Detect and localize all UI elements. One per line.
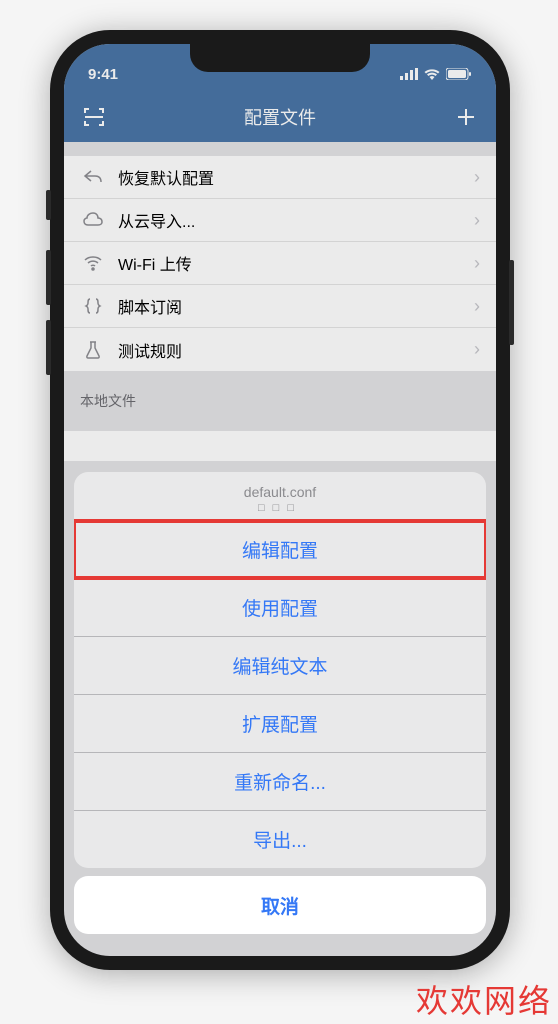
sheet-item-label: 重新命名... — [234, 768, 326, 795]
sheet-item-label: 导出... — [253, 826, 307, 853]
sheet-item-label: 编辑配置 — [242, 536, 318, 563]
power-button — [509, 260, 514, 345]
sheet-edit-config[interactable]: 编辑配置 — [74, 520, 486, 578]
phone-frame: 9:41 配置文件 恢复默认配置 › 从云导 — [50, 30, 510, 970]
sheet-item-label: 扩展配置 — [242, 710, 318, 737]
notch — [190, 44, 370, 72]
volume-up — [46, 250, 51, 305]
volume-down — [46, 320, 51, 375]
sheet-item-label: 编辑纯文本 — [232, 652, 327, 679]
sheet-rename[interactable]: 重新命名... — [74, 752, 486, 810]
action-sheet: default.conf □□□ 编辑配置 使用配置 编辑纯文本 扩展配置 重新… — [74, 472, 486, 934]
cancel-label: 取消 — [261, 892, 299, 919]
sheet-subtitle: □□□ — [74, 502, 486, 520]
sheet-cancel-button[interactable]: 取消 — [74, 876, 486, 934]
sheet-use-config[interactable]: 使用配置 — [74, 578, 486, 636]
sheet-title: default.conf — [74, 472, 486, 502]
sheet-edit-plaintext[interactable]: 编辑纯文本 — [74, 636, 486, 694]
mute-switch — [46, 190, 51, 220]
sheet-extend-config[interactable]: 扩展配置 — [74, 694, 486, 752]
screen: 9:41 配置文件 恢复默认配置 › 从云导 — [64, 44, 496, 956]
sheet-options-group: default.conf □□□ 编辑配置 使用配置 编辑纯文本 扩展配置 重新… — [74, 472, 486, 868]
watermark: 欢欢网络 — [416, 976, 552, 1022]
sheet-item-label: 使用配置 — [242, 594, 318, 621]
sheet-export[interactable]: 导出... — [74, 810, 486, 868]
